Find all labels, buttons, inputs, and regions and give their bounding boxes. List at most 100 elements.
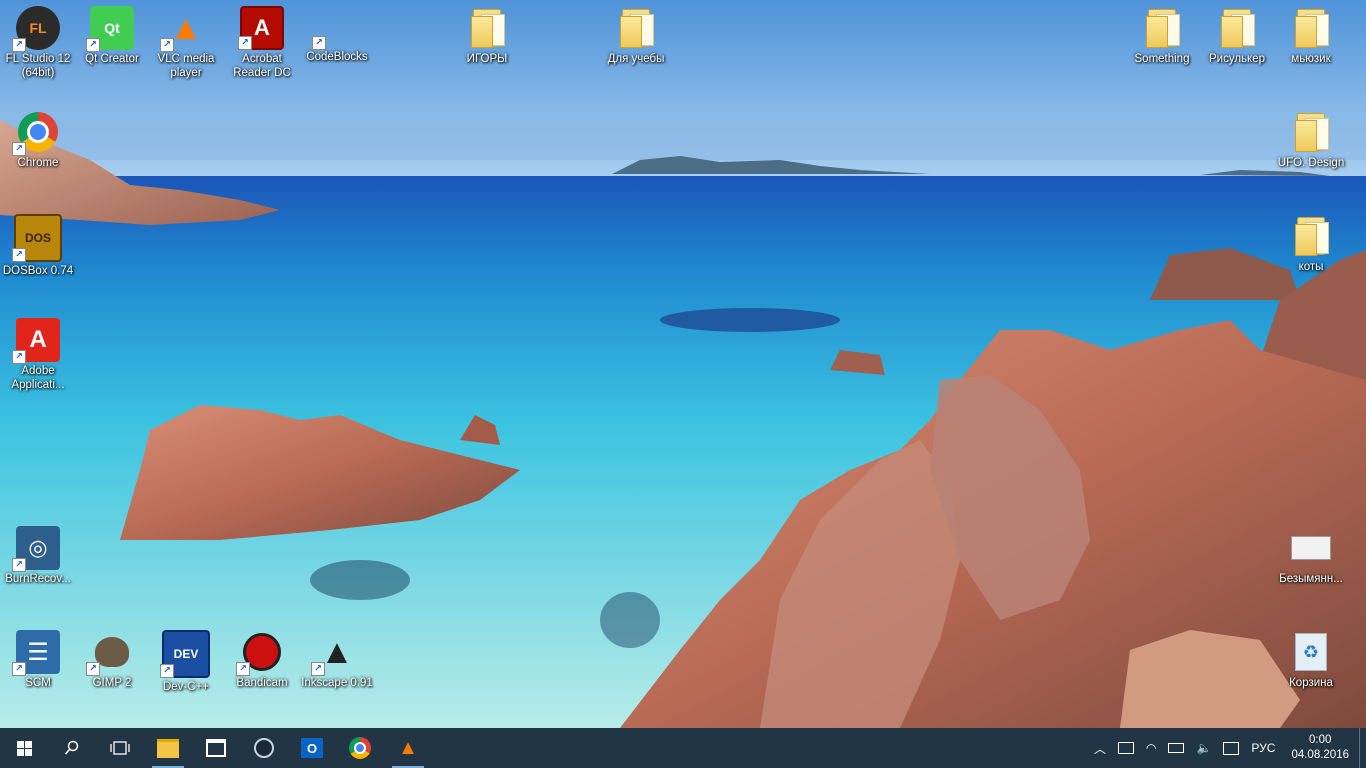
vlc-icon: ▲	[398, 736, 418, 759]
shortcut-arrow-icon: ↗	[236, 662, 250, 676]
shortcut-arrow-icon: ↗	[12, 350, 26, 364]
search-button[interactable]	[48, 728, 96, 768]
folder-icon	[1289, 214, 1333, 258]
desktop-icon-scm[interactable]: ☰ ↗ SCM	[0, 624, 76, 690]
store-icon	[206, 739, 226, 757]
wifi-icon: ◠	[1145, 741, 1157, 755]
shortcut-arrow-icon: ↗	[12, 142, 26, 156]
taskbar-steam[interactable]	[240, 728, 288, 768]
desktop-icon-folder-koty[interactable]: коты	[1273, 208, 1349, 274]
shortcut-arrow-icon: ↗	[160, 664, 174, 678]
folder-icon	[1140, 6, 1184, 50]
desktop-icon-acrobat-reader[interactable]: A ↗ Acrobat Reader DC	[224, 0, 300, 80]
file-explorer-icon	[157, 738, 179, 758]
scm-icon: ☰ ↗	[12, 630, 60, 676]
clock[interactable]: 0:00 04.08.2016	[1281, 733, 1359, 763]
bandicam-icon: ↗	[236, 630, 284, 676]
tray-volume-button[interactable]: 🔈	[1190, 728, 1217, 768]
speaker-icon: 🔈	[1196, 741, 1212, 755]
desktop-icon-label: GIMP 2	[92, 677, 132, 689]
shortcut-arrow-icon: ↗	[12, 558, 26, 572]
acrobat-reader-icon: A ↗	[238, 6, 284, 50]
desktop-icon-label: UFO. Design	[1277, 157, 1345, 169]
search-icon	[64, 740, 79, 755]
start-icon	[16, 740, 32, 756]
desktop-icon-gimp[interactable]: ↗ GIMP 2	[74, 624, 150, 690]
monitor-icon	[1117, 742, 1134, 754]
desktop-icon-folder-myuzik[interactable]: мьюзик	[1273, 0, 1349, 66]
taskbar-vlc[interactable]: ▲	[384, 728, 432, 768]
desktop-icon-label: BurnRecov...	[5, 573, 71, 585]
taskbar: O ▲ ︿ ◠ 🔈 РУС 0:00 04.08.2016	[0, 728, 1366, 768]
adobe-application-icon: A ↗	[12, 318, 60, 364]
shortcut-arrow-icon: ↗	[86, 38, 100, 52]
desktop-icon-vlc[interactable]: ▲ ↗ VLC media player	[148, 0, 224, 80]
system-tray: ︿ ◠ 🔈 РУС 0:00 04.08.2016	[1088, 728, 1366, 768]
desktop-icon-label: CodeBlocks	[306, 51, 368, 63]
clock-date: 04.08.2016	[1291, 749, 1349, 761]
desktop-icon-adobe-application[interactable]: A ↗ Adobe Applicati...	[0, 312, 76, 392]
burnrecovery-icon: ◎ ↗	[12, 526, 60, 572]
desktop-icon-recycle-bin[interactable]: ♻ Корзина	[1273, 624, 1349, 690]
desktop-icon-label: Bandicam	[236, 677, 288, 689]
clock-time: 0:00	[1309, 734, 1332, 746]
folder-icon	[465, 6, 509, 50]
show-desktop-button[interactable]	[1359, 728, 1366, 768]
codeblocks-icon: ↗	[312, 6, 358, 50]
taskbar-chrome[interactable]	[336, 728, 384, 768]
desktop-icon-label: Acrobat Reader DC	[233, 53, 291, 79]
shortcut-arrow-icon: ↗	[311, 662, 325, 676]
desktop-icon-codeblocks[interactable]: ↗ CodeBlocks	[299, 0, 375, 64]
desktop-icon-label: коты	[1298, 261, 1324, 273]
desktop-icon-folder-igory[interactable]: ИГОРЫ	[449, 0, 525, 66]
desktop-icon-label: Chrome	[17, 157, 59, 169]
tray-app-button[interactable]	[1112, 728, 1140, 768]
desktop-icon-fl-studio[interactable]: FL ↗ FL Studio 12 (64bit)	[0, 0, 76, 80]
desktop-icon-label: Корзина	[1289, 677, 1333, 689]
desktop-icon-label: Inkscape 0.91	[301, 677, 373, 689]
chrome-icon	[349, 737, 371, 759]
desktop-icon-qt-creator[interactable]: Qt ↗ Qt Creator	[74, 0, 150, 66]
shortcut-arrow-icon: ↗	[12, 38, 26, 52]
gimp-icon: ↗	[86, 630, 134, 676]
desktop-icon-folder-risulker[interactable]: Рисулькер	[1199, 0, 1275, 66]
desktop-icon-label: мьюзик	[1291, 53, 1331, 65]
desktop-icon-folder-dlya-ucheby[interactable]: Для учебы	[598, 0, 674, 66]
desktop-icon-label: FL Studio 12 (64bit)	[5, 53, 71, 79]
desktop-icon-label: Для учебы	[607, 53, 665, 65]
start-button[interactable]	[0, 728, 48, 768]
action-center-button[interactable]	[1217, 728, 1245, 768]
folder-icon	[614, 6, 658, 50]
desktop-icon-folder-something[interactable]: Something	[1124, 0, 1200, 66]
desktop-icon-folder-ufo-design[interactable]: UFO. Design	[1273, 104, 1349, 170]
taskbar-outlook[interactable]: O	[288, 728, 336, 768]
tray-network-button[interactable]: ◠	[1140, 728, 1162, 768]
desktop-icon-burnrecovery[interactable]: ◎ ↗ BurnRecov...	[0, 520, 76, 586]
language-indicator[interactable]: РУС	[1245, 728, 1281, 768]
fl-studio-icon: FL ↗	[12, 6, 60, 52]
desktop-icon-devcpp[interactable]: DEV ↗ Dev-C++	[148, 624, 224, 694]
tray-battery-button[interactable]	[1162, 728, 1190, 768]
desktop-icon-chrome[interactable]: ↗ Chrome	[0, 104, 76, 170]
folder-icon	[1215, 6, 1259, 50]
tray-overflow-button[interactable]: ︿	[1088, 728, 1112, 768]
desktop-icon-bandicam[interactable]: ↗ Bandicam	[224, 624, 300, 690]
shortcut-arrow-icon: ↗	[312, 36, 326, 50]
desktop-icon-label: DOSBox 0.74	[2, 265, 74, 277]
desktop-icon-label: VLC media player	[157, 53, 215, 79]
vlc-icon: ▲ ↗	[160, 6, 208, 52]
taskbar-file-explorer[interactable]	[144, 728, 192, 768]
desktop-wallpaper	[0, 0, 1366, 728]
taskbar-store[interactable]	[192, 728, 240, 768]
inkscape-icon: ▲ ↗	[311, 630, 359, 676]
desktop-icon-label: Adobe Applicati...	[11, 365, 65, 391]
desktop-icon-inkscape[interactable]: ▲ ↗ Inkscape 0.91	[299, 624, 375, 690]
desktop-icon-dosbox[interactable]: DOS ↗ DOSBox 0.74	[0, 208, 76, 278]
desktop-icon-label: SCM	[25, 677, 51, 689]
shortcut-arrow-icon: ↗	[160, 38, 174, 52]
desktop-icon-label: ИГОРЫ	[466, 53, 508, 65]
desktop-icon-label: Dev-C++	[162, 681, 210, 693]
shortcut-arrow-icon: ↗	[12, 662, 26, 676]
desktop-icon-image-file[interactable]: Безымянн...	[1273, 520, 1349, 586]
task-view-button[interactable]	[96, 728, 144, 768]
